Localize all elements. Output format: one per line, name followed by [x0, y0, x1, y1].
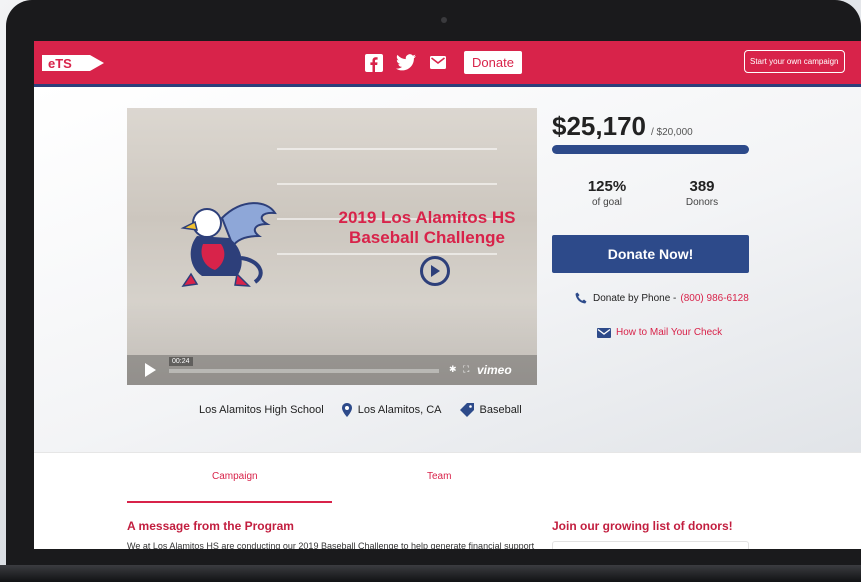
- video-controls: 00:24 ✱ ⛶ vimeo: [127, 355, 537, 385]
- phone-icon: [575, 292, 587, 304]
- percent-stat: 125% of goal: [562, 178, 652, 208]
- browser-screen: eTS Donate Start your own campaign 2019 …: [34, 41, 861, 549]
- sport-text: Baseball: [479, 404, 522, 416]
- mail-check-label[interactable]: How to Mail Your Check: [616, 327, 722, 338]
- twitter-icon[interactable]: [396, 53, 416, 73]
- tag-icon: [459, 403, 474, 417]
- video-progress-bar[interactable]: [169, 369, 439, 373]
- vimeo-logo[interactable]: vimeo: [477, 363, 512, 377]
- message-body: We at Los Alamitos HS are conducting our…: [127, 541, 535, 549]
- donors-label: Donors: [685, 197, 719, 208]
- progress-bar: [552, 145, 749, 154]
- location-pin-icon: [341, 403, 352, 417]
- envelope-icon: [597, 327, 611, 338]
- griffin-mascot-icon: [180, 202, 277, 287]
- video-time: 00:24: [169, 357, 193, 366]
- amount-raised: $25,170 / $20,000: [552, 111, 693, 142]
- goal-amount: / $20,000: [650, 127, 693, 138]
- phone-label: Donate by Phone -: [593, 292, 677, 304]
- sport-item: Baseball: [459, 403, 522, 417]
- location-item: Los Alamitos, CA: [341, 403, 442, 417]
- video-title: 2019 Los Alamitos HS Baseball Challenge: [327, 208, 527, 248]
- donors-title: Join our growing list of donors!: [552, 519, 733, 533]
- phone-number[interactable]: (800) 986-6128: [680, 293, 748, 304]
- facebook-icon[interactable]: [364, 53, 384, 73]
- donors-value: 389: [689, 178, 715, 195]
- header-donate-button[interactable]: Donate: [464, 51, 522, 74]
- mail-icon[interactable]: [428, 53, 448, 73]
- donors-list: [552, 541, 749, 549]
- percent-label: of goal: [591, 197, 623, 208]
- hero-section: 2019 Los Alamitos HS Baseball Challenge …: [34, 87, 861, 452]
- site-header: eTS Donate Start your own campaign: [34, 41, 861, 87]
- tab-team[interactable]: Team: [427, 471, 451, 482]
- tab-campaign[interactable]: Campaign: [212, 471, 258, 482]
- video-title-line2: Baseball Challenge: [349, 228, 505, 247]
- ets-logo[interactable]: eTS: [40, 51, 106, 75]
- webcam-icon: [441, 17, 447, 23]
- video-player[interactable]: 2019 Los Alamitos HS Baseball Challenge …: [127, 108, 537, 385]
- svg-text:eTS: eTS: [48, 56, 72, 71]
- mail-check-link[interactable]: How to Mail Your Check: [597, 327, 722, 338]
- donors-stat: 389 Donors: [657, 178, 747, 208]
- start-campaign-button[interactable]: Start your own campaign: [744, 50, 845, 73]
- video-title-line1: 2019 Los Alamitos HS: [338, 208, 516, 227]
- message-title: A message from the Program: [127, 519, 294, 533]
- raised-amount: $25,170: [552, 111, 646, 141]
- donate-now-button[interactable]: Donate Now!: [552, 235, 749, 273]
- school-name: Los Alamitos High School: [199, 404, 324, 416]
- share-bar: Donate: [364, 51, 522, 74]
- location-text: Los Alamitos, CA: [357, 404, 442, 416]
- content-tabs: Campaign Team: [127, 471, 527, 495]
- donate-by-phone: Donate by Phone - (800) 986-6128: [575, 292, 749, 304]
- section-divider: [34, 452, 861, 453]
- percent-value: 125%: [587, 178, 627, 195]
- play-circle-icon[interactable]: [420, 256, 450, 286]
- active-tab-indicator: [127, 501, 332, 503]
- progress-fill: [552, 145, 749, 154]
- play-icon[interactable]: [145, 363, 156, 377]
- campaign-meta: Los Alamitos High School Los Alamitos, C…: [199, 403, 540, 417]
- settings-icon[interactable]: ✱ ⛶: [449, 364, 471, 375]
- laptop-base: [0, 565, 861, 582]
